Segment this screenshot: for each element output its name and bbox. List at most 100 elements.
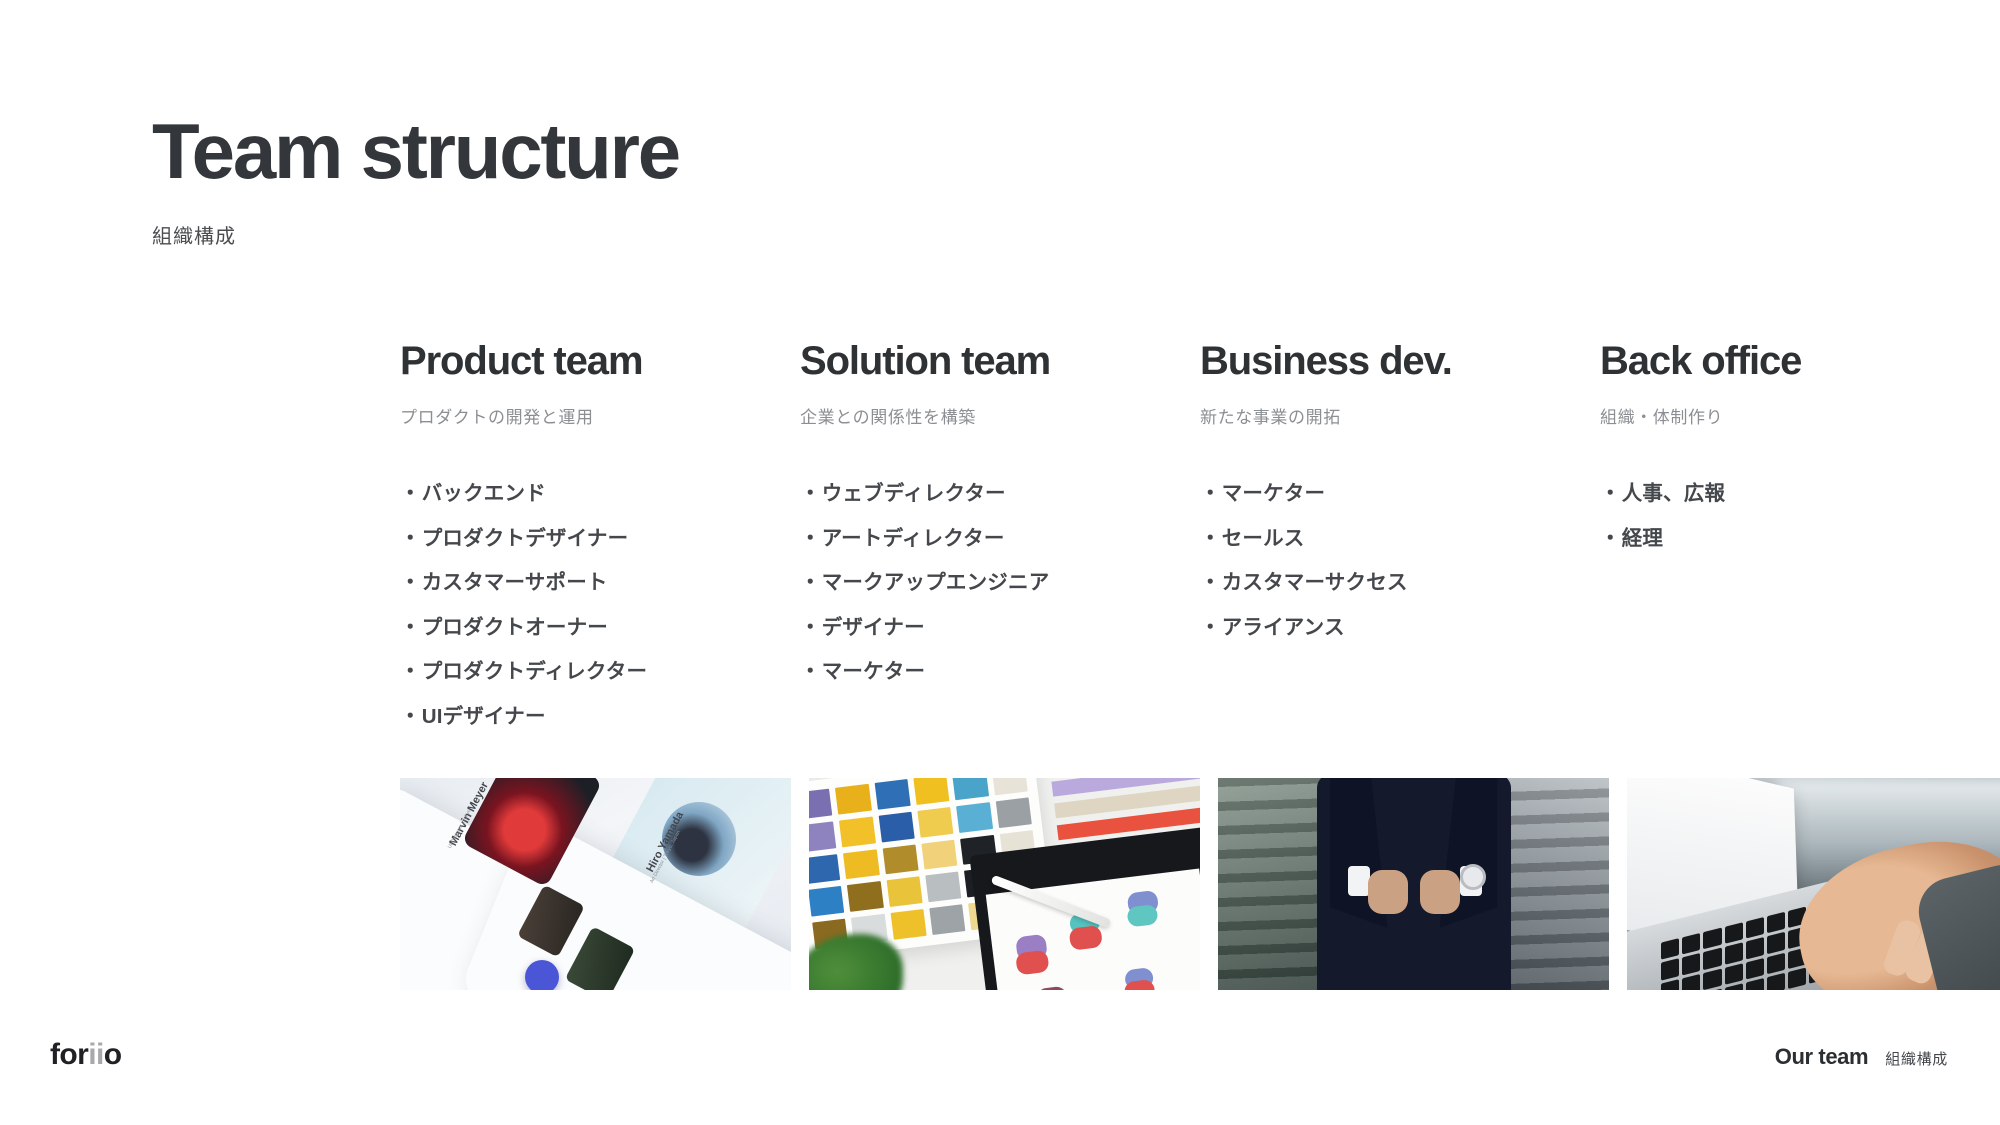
bullet-icon: ・ — [800, 660, 821, 683]
sketch-blob — [1035, 985, 1069, 990]
shirt-cuff-left — [1347, 866, 1370, 896]
list-item: ・ UIデザイナー — [400, 704, 778, 752]
wristwatch — [1459, 864, 1486, 890]
list-item-label: デザイナー — [821, 615, 925, 639]
bullet-icon: ・ — [1600, 526, 1621, 550]
key — [1682, 953, 1701, 975]
bullet-icon: ・ — [400, 482, 421, 505]
team-column-business-dev: Business dev. 新たな事業の開拓 ・マーケター ・セールス ・カスタ… — [1200, 340, 1600, 662]
list-item-label: セールス — [1221, 526, 1305, 550]
bullet-icon: ・ — [400, 571, 421, 594]
column-role-list: ・マーケター ・セールス ・カスタマーサクセス ・アライアンス — [1200, 428, 1578, 662]
key — [1682, 973, 1701, 990]
color-swatch — [995, 797, 1032, 828]
list-item-label: プロダクトデザイナー — [421, 526, 629, 550]
color-swatch — [882, 844, 919, 875]
team-columns: Product team プロダクトの開発と運用 ・バックエンド ・プロダクトデ… — [400, 340, 2000, 751]
key — [1766, 931, 1786, 954]
key — [1745, 937, 1764, 960]
list-item: ・マークアップエンジニア — [800, 571, 1178, 618]
bullet-icon: ・ — [400, 704, 421, 728]
list-item: ・デザイナー — [800, 615, 1178, 663]
bullet-icon: ・ — [800, 526, 821, 550]
bullet-icon: ・ — [1200, 615, 1221, 639]
list-item-label: 経理 — [1621, 526, 1664, 550]
color-swatch — [917, 806, 954, 838]
list-item: ・人事、広報 — [1600, 482, 1978, 529]
color-swatch — [952, 778, 989, 801]
bullet-icon: ・ — [1200, 482, 1221, 505]
key — [1661, 958, 1680, 981]
plant-leaf — [809, 934, 903, 990]
photo-businessman — [1218, 778, 1609, 990]
photo-strip: Marvin Meyer UI Designer | Tokyo Hiro Ya… — [400, 778, 2000, 990]
color-swatch — [809, 853, 841, 885]
color-swatch — [809, 821, 837, 852]
key — [1766, 972, 1786, 990]
hand-right — [1419, 870, 1460, 914]
sketch-blob — [1068, 924, 1103, 951]
color-swatch — [835, 783, 872, 815]
column-title: Business dev. — [1200, 339, 1453, 383]
list-item: ・カスタマーサポート — [400, 571, 778, 618]
list-item: ・プロダクトデザイナー — [400, 526, 778, 574]
key — [1703, 968, 1722, 990]
bullet-icon: ・ — [400, 615, 421, 639]
list-item-label: マーケター — [821, 660, 926, 683]
color-swatch — [809, 886, 845, 917]
list-item: ・カスタマーサクセス — [1200, 571, 1578, 618]
list-item-label: アライアンス — [1221, 615, 1345, 639]
key — [1661, 978, 1680, 990]
photo-phone-ui-mockups: Marvin Meyer UI Designer | Tokyo Hiro Ya… — [400, 778, 791, 990]
sketch-blob — [1015, 949, 1050, 976]
key — [1661, 938, 1680, 960]
color-swatch — [991, 778, 1028, 796]
logo-text-dots: ii — [88, 1038, 104, 1071]
list-item: ・ウェブディレクター — [800, 483, 1178, 529]
list-item: ・マーケター — [800, 660, 1178, 707]
list-item-label: 人事、広報 — [1621, 482, 1726, 505]
bullet-icon: ・ — [1200, 571, 1221, 594]
list-item-label: マークアップエンジニア — [821, 571, 1050, 594]
list-item-label: プロダクトディレクター — [421, 660, 648, 683]
photo-typing-laptop — [1627, 778, 2000, 990]
key — [1724, 962, 1743, 985]
color-swatch — [921, 839, 958, 870]
color-swatch — [809, 788, 833, 820]
color-swatch — [925, 871, 962, 903]
logo-text-end: o — [103, 1038, 122, 1071]
key — [1745, 977, 1764, 990]
color-swatch — [890, 909, 927, 940]
color-swatch — [874, 778, 911, 810]
key — [1724, 942, 1743, 965]
color-swatch — [929, 904, 966, 936]
list-item-label: バックエンド — [421, 482, 546, 505]
list-item: ・セールス — [1200, 526, 1578, 574]
slide-root: Team structure 組織構成 Product team プロダクトの開… — [0, 0, 2000, 1125]
bullet-icon: ・ — [400, 660, 421, 683]
photo-color-swatches — [809, 778, 1200, 990]
column-title: Back office — [1600, 339, 1802, 383]
foriio-logo[interactable]: foriio — [50, 1038, 122, 1071]
bullet-icon: ・ — [800, 615, 821, 639]
color-swatch — [839, 816, 876, 847]
column-role-list: ・ウェブディレクター ・アートディレクター ・マークアップエンジニア ・デザイナ… — [800, 428, 1178, 707]
page-title: Team structure — [152, 107, 681, 195]
list-item-label: UIデザイナー — [421, 704, 546, 728]
slide-header: Team structure 組織構成 — [152, 107, 681, 249]
list-item-label: マーケター — [1221, 482, 1326, 505]
column-title: Solution team — [800, 339, 1051, 383]
floating-action-button-icon — [525, 960, 559, 990]
key — [1745, 917, 1764, 939]
list-item: ・アートディレクター — [800, 526, 1178, 574]
list-item: ・アライアンス — [1200, 615, 1578, 663]
list-item: ・プロダクトオーナー — [400, 615, 778, 663]
key — [1745, 957, 1764, 980]
column-subtitle: 新たな事業の開拓 — [1200, 408, 1341, 427]
bullet-icon: ・ — [400, 526, 421, 550]
color-swatch — [913, 778, 950, 805]
list-item-label: カスタマーサポート — [421, 571, 608, 594]
key — [1703, 947, 1722, 970]
color-swatch — [843, 848, 880, 880]
color-swatch — [878, 811, 915, 843]
